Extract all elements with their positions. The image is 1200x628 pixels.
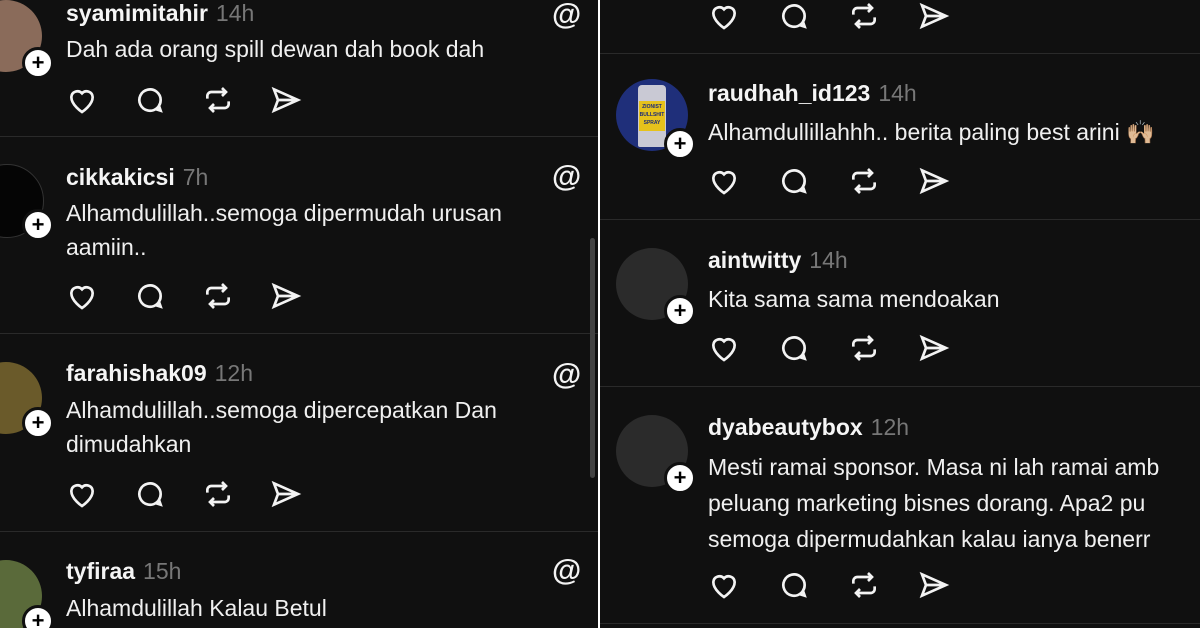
avatar-spray-label: ZIONIST BULLSHIT SPRAY [639,101,665,131]
follow-plus-icon[interactable]: + [664,128,696,160]
comment-icon[interactable] [134,280,166,312]
left-thread-panel: + syamimitahir 14h @ Dah ada orang spill … [0,0,598,628]
post-item: + syamimitahir 14h @ Dah ada orang spill … [0,0,598,137]
post-username[interactable]: syamimitahir 14h [66,0,254,27]
post-actions [708,569,968,603]
post-username[interactable]: dyabeautybox 12h [708,414,909,441]
post-actions [66,280,326,314]
post-actions [66,84,326,118]
repost-icon[interactable] [202,478,234,510]
post-time: 12h [870,414,910,440]
post-text: Alhamdulillah Kalau Betul [66,595,327,621]
send-icon[interactable] [918,332,950,364]
post-text: Kita sama sama mendoakan [708,286,1000,312]
post-actions [708,0,968,34]
post-item [600,0,1200,54]
post-item: + dyabeautybox 12h Mesti ramai sponsor. M… [600,387,1200,624]
heart-icon[interactable] [66,280,98,312]
post-item: + aintwitty 14h Kita sama sama mendoakan [600,220,1200,387]
send-icon[interactable] [918,0,950,32]
comment-icon[interactable] [778,569,810,601]
repost-icon[interactable] [848,569,880,601]
follow-plus-icon[interactable]: + [664,295,696,327]
heart-icon[interactable] [708,165,740,197]
post-text: Alhamdulillah..semoga dipercepatkan Dan d… [66,397,497,457]
threads-logo-icon[interactable]: @ [552,160,581,194]
follow-plus-icon[interactable]: + [22,47,54,79]
right-thread-panel: ZIONIST BULLSHIT SPRAY + raudhah_id123 14h … [600,0,1200,628]
post-item: ZIONIST BULLSHIT SPRAY + raudhah_id123 14h … [600,53,1200,220]
post-username[interactable]: raudhah_id123 14h [708,80,917,107]
post-item: + tyfiraa 15h @ Alhamdulillah Kalau Betul [0,532,598,628]
post-time: 7h [182,164,209,190]
repost-icon[interactable] [202,84,234,116]
send-icon[interactable] [918,569,950,601]
heart-icon[interactable] [66,84,98,116]
post-time: 15h [143,558,182,584]
post-text: Mesti ramai sponsor. Masa ni lah ramai a… [708,454,1160,552]
follow-plus-icon[interactable]: + [22,407,54,439]
post-time: 14h [215,0,255,26]
post-time: 14h [809,247,848,273]
post-username[interactable]: aintwitty 14h [708,247,848,274]
heart-icon[interactable] [708,569,740,601]
repost-icon[interactable] [848,165,880,197]
avatar-spray-can: ZIONIST BULLSHIT SPRAY [638,85,666,147]
scrollbar[interactable] [590,238,595,478]
post-item: + farahishak09 12h @ Alhamdulillah..semog… [0,334,598,532]
comment-icon[interactable] [778,0,810,32]
heart-icon[interactable] [708,0,740,32]
heart-icon[interactable] [66,478,98,510]
threads-logo-icon[interactable]: @ [552,554,581,588]
post-time: 14h [878,80,917,106]
comment-icon[interactable] [778,332,810,364]
send-icon[interactable] [270,84,302,116]
post-text: Dah ada orang spill dewan dah book dah [66,36,485,62]
comment-icon[interactable] [134,478,166,510]
post-text: Alhamdullillahhh.. berita paling best ar… [708,119,1155,145]
threads-logo-icon[interactable]: @ [552,0,581,32]
send-icon[interactable] [270,478,302,510]
follow-plus-icon[interactable]: + [664,462,696,494]
send-icon[interactable] [270,280,302,312]
threads-logo-icon[interactable]: @ [552,358,581,392]
comment-icon[interactable] [134,84,166,116]
post-time: 12h [214,360,254,386]
heart-icon[interactable] [708,332,740,364]
post-actions [66,478,326,512]
post-actions [708,332,968,366]
post-username[interactable]: cikkakicsi 7h [66,164,208,191]
post-item: + cikkakicsi 7h @ Alhamdulillah..semoga d… [0,136,598,334]
repost-icon[interactable] [202,280,234,312]
follow-plus-icon[interactable]: + [22,209,54,241]
send-icon[interactable] [918,165,950,197]
comment-icon[interactable] [778,165,810,197]
post-text: Alhamdulillah..semoga dipermudah urusan a… [66,200,502,260]
follow-plus-icon[interactable]: + [22,605,54,628]
repost-icon[interactable] [848,0,880,32]
post-username[interactable]: tyfiraa 15h [66,558,181,585]
post-username[interactable]: farahishak09 12h [66,360,253,387]
post-actions [708,165,968,199]
repost-icon[interactable] [848,332,880,364]
